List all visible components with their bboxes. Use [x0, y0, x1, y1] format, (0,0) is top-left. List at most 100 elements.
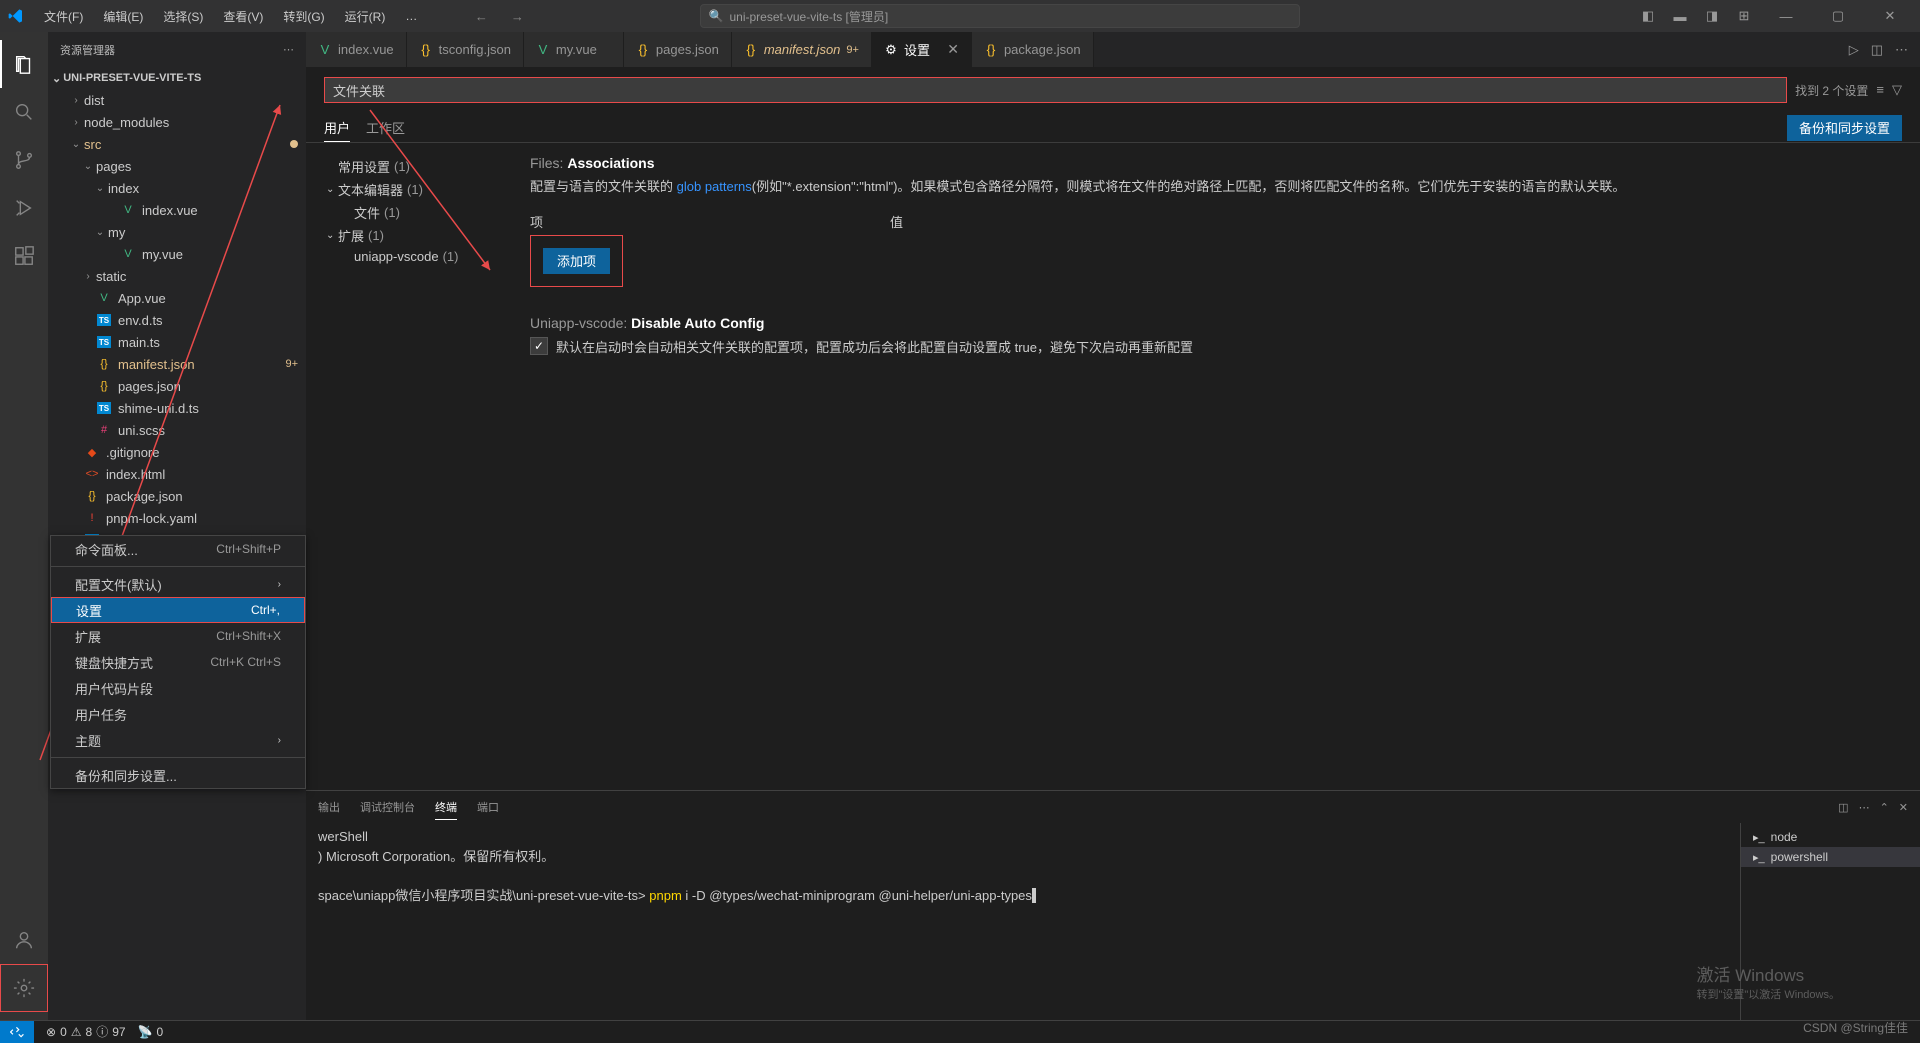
toc-item[interactable]: ⌄扩展(1)	[306, 224, 506, 247]
tree-file[interactable]: {}package.json	[48, 485, 306, 507]
command-center[interactable]: 🔍uni-preset-vue-vite-ts [管理员]	[700, 4, 1300, 28]
context-menu-item[interactable]: 配置文件(默认)›	[51, 571, 305, 597]
tree-file[interactable]: ◆.gitignore	[48, 441, 306, 463]
terminal-icon: ▸_	[1753, 831, 1765, 844]
editor-tab[interactable]: {}package.json	[972, 32, 1094, 67]
activity-scm[interactable]	[0, 136, 48, 184]
menu-more[interactable]: …	[397, 5, 425, 27]
activity-search[interactable]	[0, 88, 48, 136]
settings-funnel-icon[interactable]: ▽	[1892, 82, 1902, 98]
tree-folder[interactable]: ›dist	[48, 89, 306, 111]
menu-view[interactable]: 查看(V)	[215, 4, 271, 29]
context-menu-item[interactable]: 键盘快捷方式Ctrl+K Ctrl+S	[51, 649, 305, 675]
status-ports[interactable]: 📡0	[138, 1025, 164, 1039]
activity-explorer[interactable]	[0, 40, 48, 88]
tree-file[interactable]: !pnpm-lock.yaml	[48, 507, 306, 529]
context-menu-item[interactable]: 设置Ctrl+,	[51, 597, 305, 623]
toc-item[interactable]: 文件(1)	[306, 201, 506, 224]
layout-customize[interactable]: ⊞	[1732, 4, 1756, 28]
settings-filter-icon[interactable]: ≡	[1876, 82, 1884, 98]
tab-close-icon[interactable]: ✕	[947, 41, 959, 58]
editor-tab[interactable]: Vindex.vue	[306, 32, 407, 67]
activity-account[interactable]	[0, 916, 48, 964]
nav-forward[interactable]: →	[505, 4, 529, 28]
terminal-content[interactable]: werShell ) Microsoft Corporation。保留所有权利。…	[306, 823, 1740, 1020]
panel-tab-terminal[interactable]: 终端	[435, 795, 457, 820]
tree-file[interactable]: {}pages.json	[48, 375, 306, 397]
context-menu-item[interactable]: 用户任务	[51, 701, 305, 727]
terminal-node[interactable]: ▸_node	[1741, 827, 1920, 847]
context-menu-item[interactable]: 命令面板...Ctrl+Shift+P	[51, 536, 305, 562]
vscode-logo	[8, 8, 24, 24]
panel-close-icon[interactable]: ✕	[1899, 801, 1908, 814]
split-editor-icon[interactable]: ◫	[1871, 42, 1883, 58]
sidebar-more-icon[interactable]: ⋯	[283, 43, 294, 56]
toc-item[interactable]: ⌄文本编辑器(1)	[306, 178, 506, 201]
panel-tab-debug[interactable]: 调试控制台	[360, 795, 415, 819]
menu-goto[interactable]: 转到(G)	[275, 4, 332, 29]
activity-debug[interactable]	[0, 184, 48, 232]
menu-file[interactable]: 文件(F)	[36, 4, 91, 29]
terminal-icon: ▸_	[1753, 851, 1765, 864]
window-maximize[interactable]: ▢	[1816, 0, 1860, 32]
context-menu-item[interactable]: 扩展Ctrl+Shift+X	[51, 623, 305, 649]
editor-tab[interactable]: {}manifest.json9+	[732, 32, 872, 67]
tree-file[interactable]: {}manifest.json9+	[48, 353, 306, 375]
window-minimize[interactable]: —	[1764, 0, 1808, 32]
menu-select[interactable]: 选择(S)	[155, 4, 211, 29]
menu-run[interactable]: 运行(R)	[337, 4, 394, 29]
disable-auto-checkbox[interactable]: ✓	[530, 337, 548, 355]
editor-tab[interactable]: {}tsconfig.json	[407, 32, 524, 67]
context-menu-item[interactable]: 主题›	[51, 727, 305, 753]
tree-folder[interactable]: ⌄index	[48, 177, 306, 199]
panel-more-icon[interactable]: ⋯	[1859, 801, 1870, 814]
toc-item[interactable]: 常用设置(1)	[306, 155, 506, 178]
terminal-split-icon[interactable]: ◫	[1838, 801, 1848, 814]
glob-patterns-link[interactable]: glob patterns	[677, 179, 752, 194]
activity-extensions[interactable]	[0, 232, 48, 280]
scope-user-tab[interactable]: 用户	[324, 114, 350, 142]
context-menu-item[interactable]: 备份和同步设置...	[51, 762, 305, 788]
project-header[interactable]: ⌄UNI-PRESET-VUE-VITE-TS	[48, 67, 306, 89]
tree-folder[interactable]: ›static	[48, 265, 306, 287]
context-menu-item[interactable]: 用户代码片段	[51, 675, 305, 701]
layout-toggle-primary[interactable]: ◧	[1636, 4, 1660, 28]
tree-file[interactable]: #uni.scss	[48, 419, 306, 441]
editor-tab[interactable]: ⚙设置✕	[872, 32, 972, 67]
panel-tab-ports[interactable]: 端口	[477, 795, 499, 819]
settings-search-input[interactable]	[324, 77, 1787, 103]
layout-toggle-secondary[interactable]: ◨	[1700, 4, 1724, 28]
editor-tab[interactable]: {}pages.json	[624, 32, 732, 67]
tree-file[interactable]: TSenv.d.ts	[48, 309, 306, 331]
layout-toggle-panel[interactable]: ▬	[1668, 4, 1692, 28]
toc-item[interactable]: uniapp-vscode(1)	[306, 247, 506, 266]
tree-file[interactable]: VApp.vue	[48, 287, 306, 309]
sidebar-title: 资源管理器	[60, 42, 283, 58]
editor-tab[interactable]: Vmy.vue	[524, 32, 624, 67]
activity-settings[interactable]	[0, 964, 48, 1012]
tree-folder[interactable]: ⌄my	[48, 221, 306, 243]
tree-folder[interactable]: ⌄src	[48, 133, 306, 155]
add-item-button[interactable]: 添加项	[543, 248, 610, 274]
tree-file[interactable]: TSmain.ts	[48, 331, 306, 353]
tree-file[interactable]: <>index.html	[48, 463, 306, 485]
titlebar: 文件(F) 编辑(E) 选择(S) 查看(V) 转到(G) 运行(R) … ← …	[0, 0, 1920, 32]
more-actions-icon[interactable]: ⋯	[1895, 42, 1908, 58]
panel-maximize-icon[interactable]: ⌃	[1880, 801, 1889, 814]
panel-tab-output[interactable]: 输出	[318, 795, 340, 819]
backup-sync-button[interactable]: 备份和同步设置	[1787, 115, 1902, 141]
status-remote[interactable]	[0, 1021, 34, 1043]
terminal-powershell[interactable]: ▸_powershell	[1741, 847, 1920, 867]
nav-back[interactable]: ←	[469, 4, 493, 28]
scope-workspace-tab[interactable]: 工作区	[366, 114, 405, 141]
run-icon[interactable]: ▷	[1849, 42, 1859, 58]
tree-folder[interactable]: ⌄pages	[48, 155, 306, 177]
window-close[interactable]: ✕	[1868, 0, 1912, 32]
tree-file[interactable]: Vmy.vue	[48, 243, 306, 265]
tree-file[interactable]: Vindex.vue	[48, 199, 306, 221]
branch-icon	[13, 149, 35, 171]
status-problems[interactable]: ⊗0 ⚠8 ⓘ97	[46, 1023, 126, 1040]
tree-folder[interactable]: ›node_modules	[48, 111, 306, 133]
menu-edit[interactable]: 编辑(E)	[95, 4, 151, 29]
tree-file[interactable]: TSshime-uni.d.ts	[48, 397, 306, 419]
